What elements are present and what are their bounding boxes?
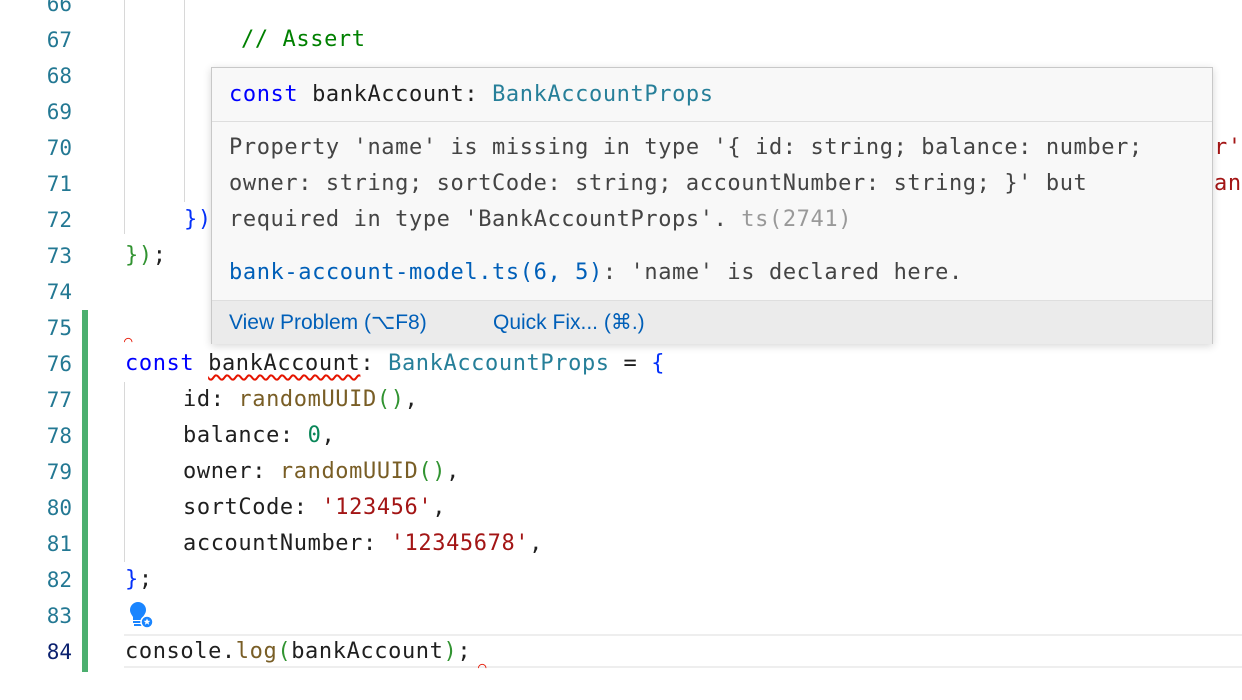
line-number: 68 bbox=[46, 64, 72, 88]
code-comment: // Assert bbox=[241, 27, 366, 52]
code-line[interactable]: 77 id: randomUUID(), bbox=[0, 382, 1242, 418]
code-line[interactable]: 80 sortCode: '123456', bbox=[0, 490, 1242, 526]
string-literal: '12345678' bbox=[390, 531, 530, 556]
semicolon: ; bbox=[457, 639, 472, 664]
code-closing: }); bbox=[125, 238, 167, 274]
lightbulb-autofix-icon[interactable] bbox=[128, 600, 154, 630]
line-number: 80 bbox=[46, 496, 72, 520]
code-text[interactable]: balance: 0, bbox=[183, 418, 335, 454]
close-brace: } bbox=[125, 567, 139, 592]
quick-fix-button[interactable]: Quick Fix... (⌘.) bbox=[493, 301, 645, 344]
code-text[interactable]: sortCode: '123456', bbox=[183, 490, 446, 526]
dot: . bbox=[221, 639, 236, 664]
line-number: 79 bbox=[46, 460, 72, 484]
closing-brackets: }) bbox=[125, 243, 153, 268]
hover-signature: const bankAccount: BankAccountProps bbox=[229, 78, 714, 112]
line-number: 67 bbox=[46, 28, 72, 52]
code-line[interactable]: 79 owner: randomUUID(), bbox=[0, 454, 1242, 490]
object-console: console bbox=[125, 639, 222, 664]
line-number: 84 bbox=[46, 640, 72, 664]
keyword-const: const bbox=[229, 82, 299, 107]
assign-op: = bbox=[609, 351, 652, 376]
type-name: BankAccountProps bbox=[388, 351, 610, 376]
open-brace: { bbox=[651, 351, 666, 376]
code-line[interactable]: 67 // Assert bbox=[0, 22, 1242, 58]
line-number: 78 bbox=[46, 424, 72, 448]
code-text[interactable]: id: randomUUID(), bbox=[183, 382, 418, 418]
parens: () bbox=[418, 459, 447, 484]
divider bbox=[212, 121, 1212, 122]
code-fragment: r' bbox=[1214, 135, 1242, 160]
property-key: id: bbox=[183, 387, 239, 412]
related-text: : 'name' is declared here. bbox=[602, 260, 963, 285]
string-literal: '123456' bbox=[321, 495, 433, 520]
colon: : bbox=[360, 351, 375, 376]
semicolon: ; bbox=[138, 567, 153, 592]
code-text[interactable]: owner: randomUUID(), bbox=[183, 454, 460, 490]
related-file-link[interactable]: bank-account-model.ts(6, 5) bbox=[229, 260, 603, 285]
property-key: accountNumber: bbox=[183, 531, 391, 556]
view-problem-button[interactable]: View Problem (⌥F8) bbox=[229, 301, 427, 344]
code-text[interactable]: accountNumber: '12345678', bbox=[183, 526, 543, 562]
function-call: randomUUID bbox=[279, 459, 419, 484]
open-paren: ( bbox=[277, 639, 292, 664]
number-literal: 0 bbox=[307, 423, 322, 448]
code-line[interactable]: 66 bbox=[0, 0, 1242, 22]
related-info: bank-account-model.ts(6, 5): 'name' is d… bbox=[229, 255, 963, 291]
code-line[interactable]: 82 }; bbox=[0, 562, 1242, 598]
code-line[interactable]: 84 console.log(bankAccount); bbox=[0, 634, 1242, 670]
line-number: 76 bbox=[46, 352, 72, 376]
variable-name: bankAccount: bbox=[298, 82, 493, 107]
comma: , bbox=[529, 531, 543, 556]
comma: , bbox=[432, 495, 447, 520]
semicolon: ; bbox=[152, 243, 167, 268]
keyword-const: const bbox=[125, 351, 195, 376]
code-text[interactable]: const bankAccount: BankAccountProps = { bbox=[125, 346, 665, 382]
error-squiggle-marker: ⌒ bbox=[478, 659, 487, 675]
parens: () bbox=[376, 387, 405, 412]
argument: bankAccount bbox=[291, 639, 444, 664]
code-line[interactable]: 78 balance: 0, bbox=[0, 418, 1242, 454]
property-key: owner: bbox=[183, 459, 280, 484]
line-number: 75 bbox=[46, 316, 72, 340]
variable-bankaccount-error[interactable]: bankAccount bbox=[208, 351, 360, 376]
error-code: ts(2741) bbox=[741, 207, 853, 232]
property-key: sortCode: bbox=[183, 495, 322, 520]
comma: , bbox=[404, 387, 419, 412]
line-number: 82 bbox=[46, 568, 72, 592]
code-closing: }) bbox=[184, 207, 212, 232]
code-line[interactable]: 76 const bankAccount: BankAccountProps =… bbox=[0, 346, 1242, 382]
hover-action-bar: View Problem (⌥F8) Quick Fix... (⌘.) bbox=[212, 300, 1212, 344]
code-fragment: anr bbox=[1214, 171, 1242, 196]
close-paren: ) bbox=[443, 639, 458, 664]
line-number: 83 bbox=[46, 604, 72, 628]
hover-tooltip[interactable]: const bankAccount: BankAccountProps Prop… bbox=[211, 67, 1213, 344]
code-line[interactable]: 83 bbox=[0, 598, 1242, 634]
error-text: Property 'name' is missing in type '{ id… bbox=[229, 135, 1157, 232]
comma: , bbox=[446, 459, 460, 484]
line-number: 71 bbox=[46, 172, 72, 196]
code-text[interactable]: }; bbox=[125, 562, 153, 598]
line-number: 69 bbox=[46, 100, 72, 124]
code-text[interactable]: console.log(bankAccount); bbox=[125, 634, 471, 670]
code-editor[interactable]: 66 67 // Assert 68 69 70 r' 71 anr 72 })… bbox=[0, 0, 1242, 700]
function-call: log bbox=[235, 639, 278, 664]
type-name: BankAccountProps bbox=[492, 82, 714, 107]
line-number: 81 bbox=[46, 532, 72, 556]
code-line[interactable]: 81 accountNumber: '12345678', bbox=[0, 526, 1242, 562]
line-number: 72 bbox=[46, 208, 72, 232]
line-number: 73 bbox=[46, 244, 72, 268]
line-number: 77 bbox=[46, 388, 72, 412]
function-call: randomUUID bbox=[238, 387, 377, 412]
line-number: 74 bbox=[46, 280, 72, 304]
property-key: balance: bbox=[183, 423, 308, 448]
error-squiggle-marker: ⌒ bbox=[124, 333, 133, 349]
error-message: Property 'name' is missing in type '{ id… bbox=[229, 130, 1189, 238]
line-number: 66 bbox=[46, 0, 72, 16]
line-number: 70 bbox=[46, 136, 72, 160]
comma: , bbox=[321, 423, 336, 448]
